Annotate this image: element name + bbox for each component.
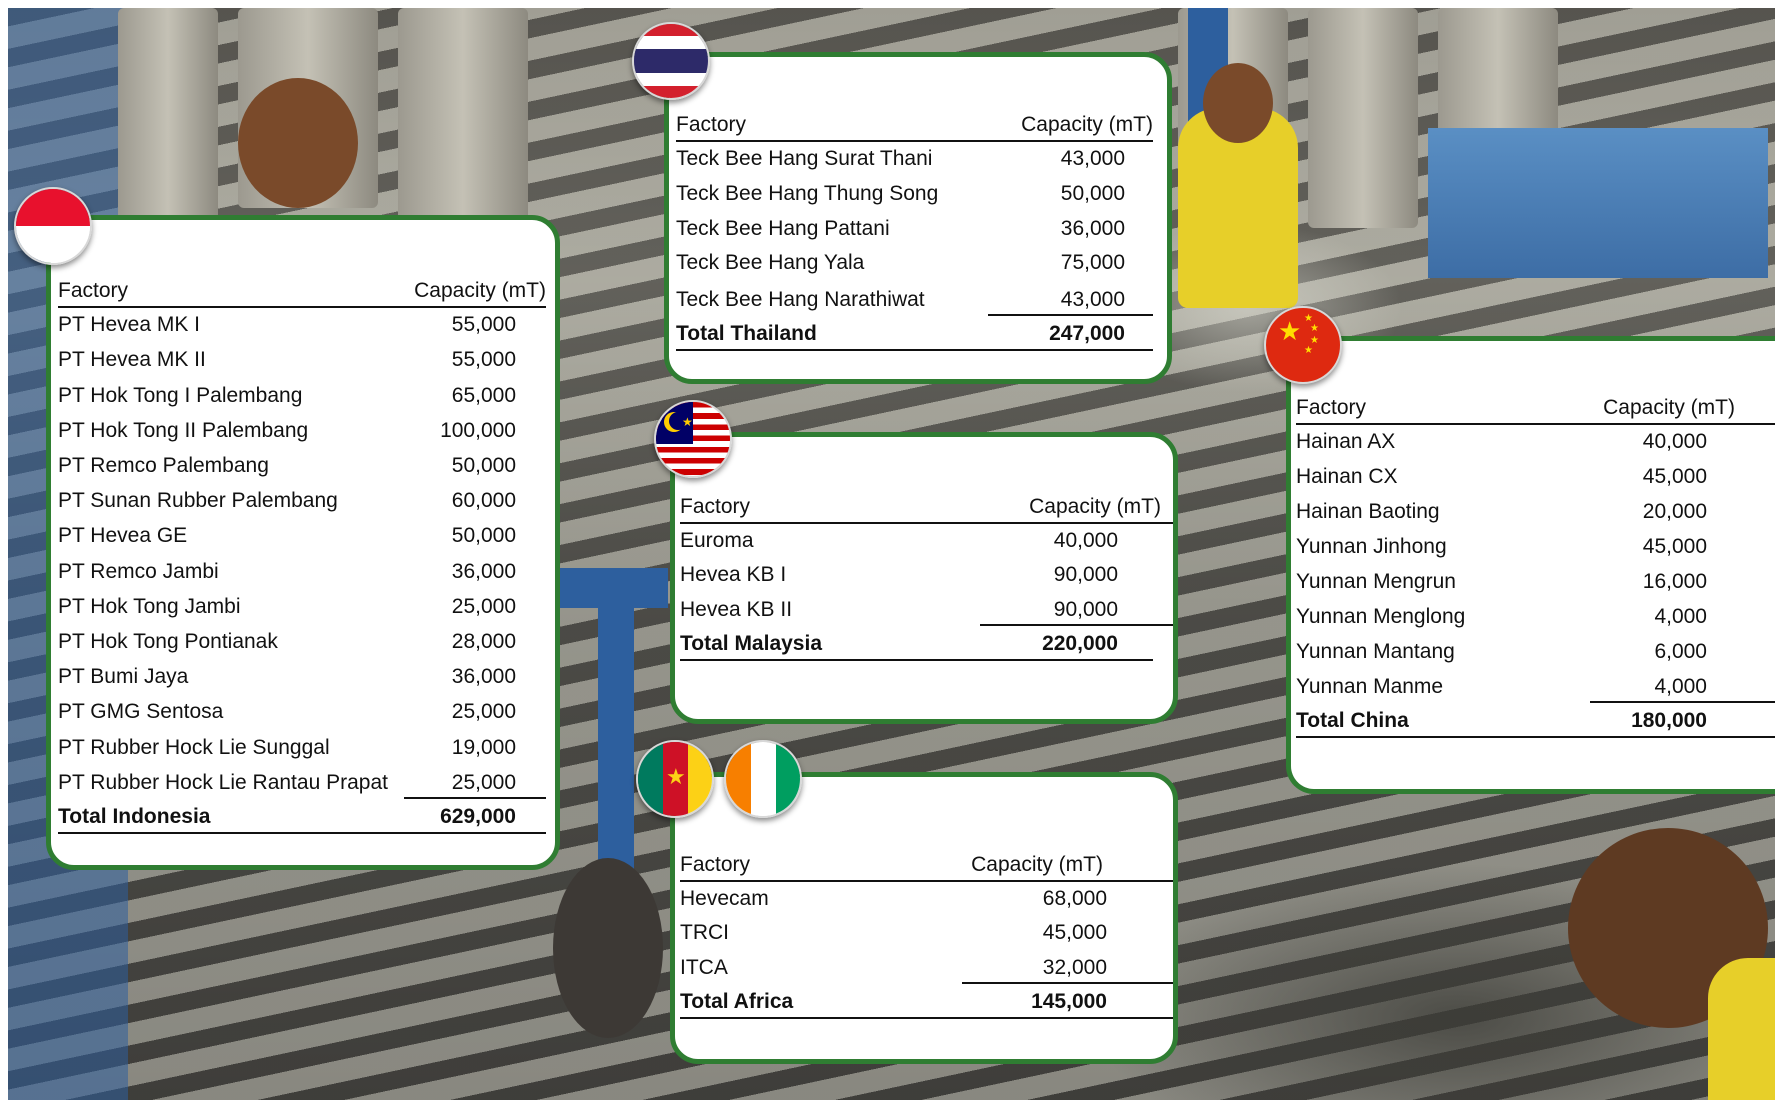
thailand-table: Factory Capacity (mT) Teck Bee Hang Surat… bbox=[676, 110, 1153, 351]
factory-header: Factory bbox=[680, 495, 751, 518]
table-row: ITCA 32,000 bbox=[680, 956, 1107, 979]
china-table: Factory Capacity (mT) Hainan AX 40,000 Hai… bbox=[1296, 393, 1775, 753]
table-row: Yunnan Jinhong 45,000 bbox=[1296, 535, 1707, 558]
table-row: PT Bumi Jaya 36,000 bbox=[58, 665, 516, 688]
subtotal-rule bbox=[962, 982, 1173, 984]
total-row: Total Africa 145,000 bbox=[680, 987, 1173, 1019]
capacity-header: Capacity (mT) bbox=[1021, 113, 1153, 136]
table-row: Teck Bee Hang Yala 75,000 bbox=[676, 251, 1125, 274]
table-row: Hevea KB I 90,000 bbox=[680, 563, 1118, 586]
table-row: Hainan Baoting 20,000 bbox=[1296, 500, 1707, 523]
factory-header: Factory bbox=[1296, 396, 1367, 419]
table-row: PT Hok Tong II Palembang 100,000 bbox=[58, 419, 516, 442]
table-row: PT Hevea MK II 55,000 bbox=[58, 348, 516, 371]
total-row: Total Indonesia 629,000 bbox=[58, 802, 546, 834]
africa-table: Factory Capacity (mT) Hevecam 68,000 TRCI 4… bbox=[680, 850, 1173, 1030]
subtotal-rule bbox=[988, 314, 1153, 316]
table-row: PT Rubber Hock Lie Sunggal 19,000 bbox=[58, 736, 516, 759]
table-row: Hainan CX 45,000 bbox=[1296, 465, 1707, 488]
capacity-header: Capacity (mT) bbox=[414, 279, 546, 302]
indonesia-table: Factory Capacity (mT) PT Hevea MK I 55,000… bbox=[58, 276, 546, 836]
indonesia-flag-icon bbox=[14, 187, 92, 265]
table-row: Teck Bee Hang Pattani 36,000 bbox=[676, 217, 1125, 240]
table-row: PT Rubber Hock Lie Rantau Prapat 25,000 bbox=[58, 771, 516, 794]
table-row: Yunnan Menglong 4,000 bbox=[1296, 605, 1707, 628]
table-row: TRCI 45,000 bbox=[680, 921, 1107, 944]
table-row: Yunnan Mengrun 16,000 bbox=[1296, 570, 1707, 593]
table-row: Euroma 40,000 bbox=[680, 529, 1118, 552]
factory-header: Factory bbox=[676, 113, 747, 136]
table-row: Hevea KB II 90,000 bbox=[680, 598, 1118, 621]
capacity-header: Capacity (mT) bbox=[1603, 396, 1735, 419]
table-row: Hainan AX 40,000 bbox=[1296, 430, 1707, 453]
table-row: PT Hok Tong Jambi 25,000 bbox=[58, 595, 516, 618]
table-row: Teck Bee Hang Surat Thani 43,000 bbox=[676, 147, 1125, 170]
subtotal-rule bbox=[980, 624, 1173, 626]
capacity-header: Capacity (mT) bbox=[1029, 495, 1161, 518]
ivory-coast-flag-icon bbox=[724, 740, 802, 818]
cameroon-flag-icon: ★ bbox=[636, 740, 714, 818]
table-row: PT GMG Sentosa 25,000 bbox=[58, 700, 516, 723]
table-row: Yunnan Manme 4,000 bbox=[1296, 675, 1707, 698]
factory-header: Factory bbox=[58, 279, 129, 302]
table-row: Teck Bee Hang Narathiwat 43,000 bbox=[676, 288, 1125, 311]
table-row: PT Hevea MK I 55,000 bbox=[58, 313, 516, 336]
table-row: PT Sunan Rubber Palembang 60,000 bbox=[58, 489, 516, 512]
capacity-header: Capacity (mT) bbox=[971, 853, 1103, 876]
malaysia-table: Factory Capacity (mT) Euroma 40,000 Hevea … bbox=[680, 492, 1173, 672]
total-row: Total Malaysia 220,000 bbox=[680, 629, 1153, 661]
table-row: PT Hevea GE 50,000 bbox=[58, 524, 516, 547]
table-row: PT Hok Tong Pontianak 28,000 bbox=[58, 630, 516, 653]
table-row: Hevecam 68,000 bbox=[680, 887, 1107, 910]
total-row: Total China 180,000 bbox=[1296, 706, 1775, 738]
china-flag-icon: ★ ★ ★ ★ ★ bbox=[1264, 306, 1342, 384]
malaysia-flag-icon: ★ bbox=[654, 400, 732, 478]
factory-header: Factory bbox=[680, 853, 751, 876]
thailand-flag-icon bbox=[632, 22, 710, 100]
total-row: Total Thailand 247,000 bbox=[676, 319, 1153, 351]
subtotal-rule bbox=[1590, 701, 1775, 703]
table-row: PT Hok Tong I Palembang 65,000 bbox=[58, 384, 516, 407]
table-row: Yunnan Mantang 6,000 bbox=[1296, 640, 1707, 663]
subtotal-rule bbox=[404, 797, 546, 799]
table-row: PT Remco Palembang 50,000 bbox=[58, 454, 516, 477]
table-row: PT Remco Jambi 36,000 bbox=[58, 560, 516, 583]
table-row: Teck Bee Hang Thung Song 50,000 bbox=[676, 182, 1125, 205]
